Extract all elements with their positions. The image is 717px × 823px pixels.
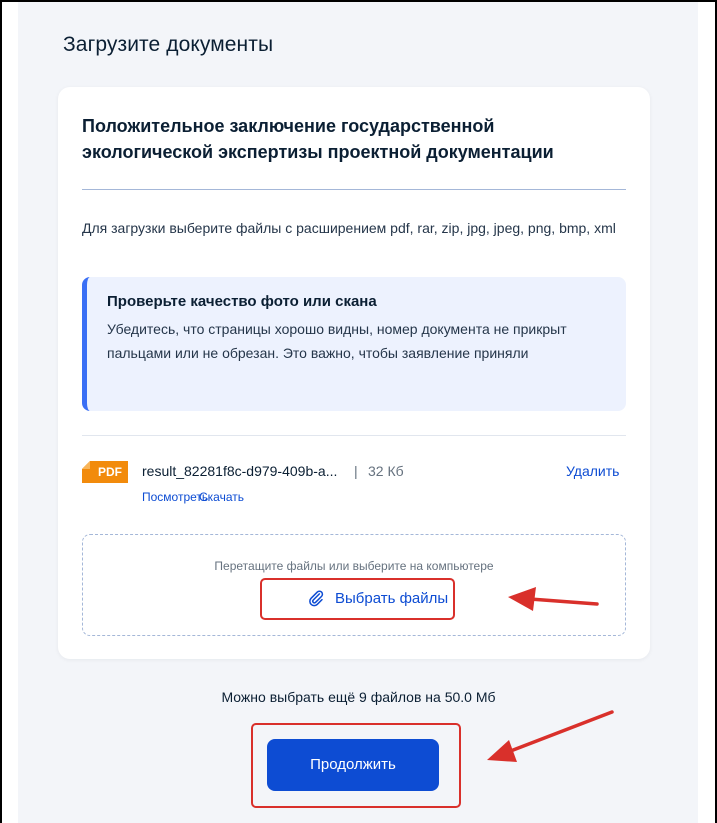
file-separator: | [354,463,358,479]
delete-file-link[interactable]: Удалить [566,463,619,479]
continue-button[interactable]: Продолжить [267,739,439,791]
file-size: 32 Кб [368,463,404,479]
download-file-link[interactable]: Скачать [199,490,244,504]
file-name: result_82281f8c-d979-409b-a... [142,463,338,479]
notice-title: Проверьте качество фото или скана [107,293,377,310]
quality-notice: Проверьте качество фото или скана Убедит… [82,277,626,411]
choose-files-button[interactable]: Выбрать файлы [285,581,475,615]
remaining-files-text: Можно выбрать ещё 9 файлов на 50.0 Мб [221,689,496,705]
title-divider [82,189,626,190]
file-types-hint: Для загрузки выберите файлы с расширение… [82,220,616,236]
file-dropzone[interactable]: Перетащите файлы или выберите на компьют… [82,534,626,636]
page-title: Загрузите документы [63,33,274,56]
dropzone-text: Перетащите файлы или выберите на компьют… [214,559,494,573]
choose-files-label: Выбрать файлы [335,590,449,607]
paperclip-icon [309,590,324,607]
notice-text: Убедитесь, что страницы хорошо видны, но… [107,321,567,361]
upload-card: Положительное заключение государственной… [58,87,650,659]
pdf-badge-label: PDF [98,465,122,479]
file-divider [82,435,626,436]
pdf-file-icon: PDF [82,461,128,483]
document-title: Положительное заключение государственной… [82,116,554,162]
